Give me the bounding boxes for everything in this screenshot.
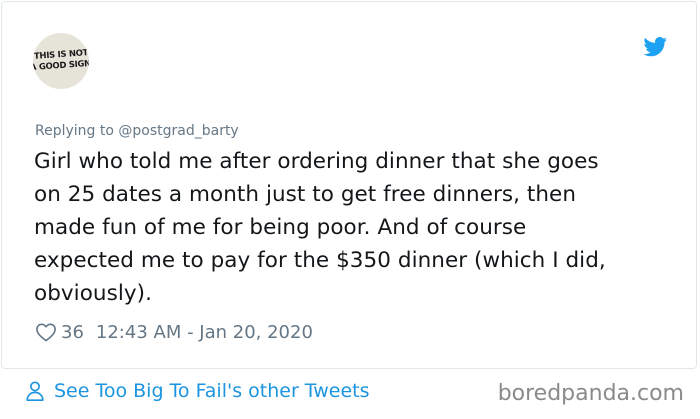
twitter-bird-icon[interactable] — [643, 37, 668, 57]
avatar[interactable]: THIS IS NOT A GOOD SIGN — [33, 33, 89, 89]
like-count[interactable]: 36 — [61, 322, 84, 343]
tweet-card: THIS IS NOT A GOOD SIGN Replying to @pos… — [1, 1, 697, 369]
tweet-text: Girl who told me after ordering dinner t… — [34, 145, 684, 310]
see-other-tweets-link[interactable]: See Too Big To Fail's other Tweets — [24, 380, 370, 402]
tweet-text-line: obviously). — [34, 281, 152, 306]
tweet-text-line: Girl who told me after ordering dinner t… — [34, 149, 599, 174]
tweet-text-line: expected me to pay for the $350 dinner (… — [34, 248, 606, 273]
replying-to[interactable]: Replying to @postgrad_barty — [35, 123, 239, 139]
tweet-text-line: made fun of me for being poor. And of co… — [34, 215, 527, 240]
tweet-text-line: on 25 dates a month just to get free din… — [34, 182, 577, 207]
heart-icon[interactable] — [35, 322, 57, 342]
watermark: boredpanda.com — [497, 381, 684, 406]
see-other-tweets-label[interactable]: See Too Big To Fail's other Tweets — [54, 380, 370, 402]
person-icon — [26, 381, 44, 401]
timestamp[interactable]: 12:43 AM - Jan 20, 2020 — [96, 322, 313, 343]
tweet-meta: 36 12:43 AM - Jan 20, 2020 — [35, 320, 313, 344]
